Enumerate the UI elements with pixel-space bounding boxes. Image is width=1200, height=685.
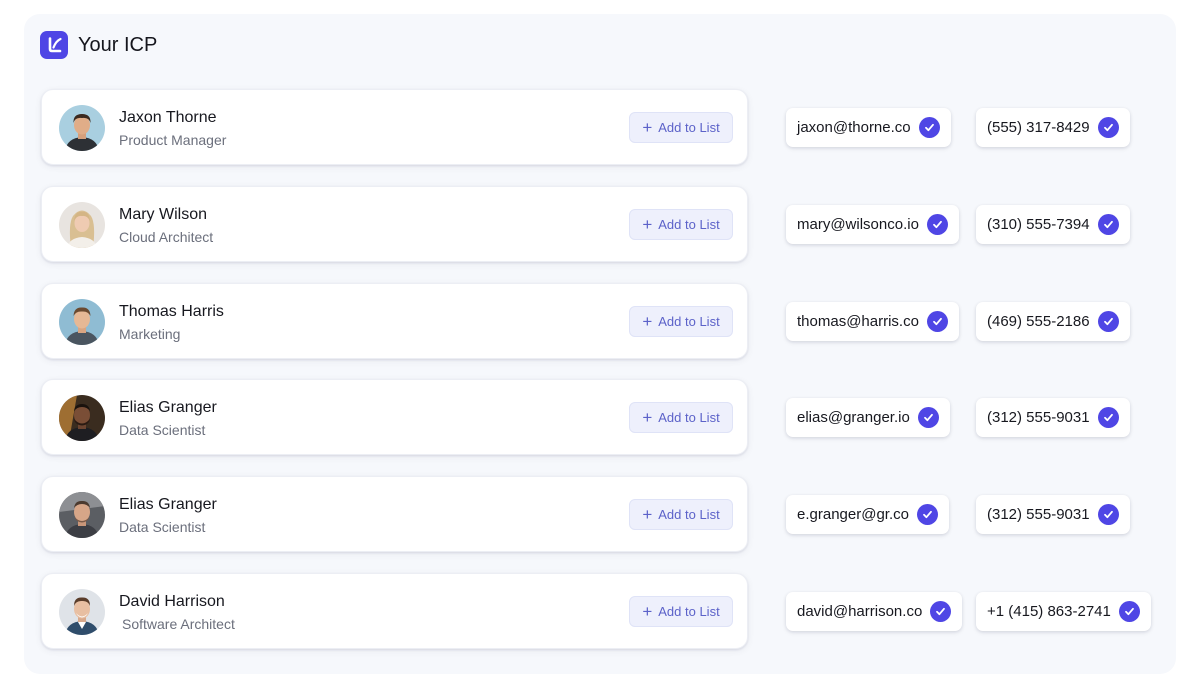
phone-text: +1 (415) 863-2741	[987, 603, 1111, 620]
add-to-list-label: Add to List	[658, 507, 720, 522]
plus-icon: +	[642, 312, 653, 331]
plus-icon: +	[642, 408, 653, 427]
contact-role: Data Scientist	[119, 422, 206, 438]
email-text: e.granger@gr.co	[797, 506, 909, 523]
contact-name: Mary Wilson	[119, 206, 208, 223]
email-text: david@harrison.co	[797, 603, 923, 620]
verified-check-icon	[1097, 504, 1119, 525]
contact-role: Cloud Architect	[119, 229, 214, 245]
phone-text: (312) 555-9031	[987, 409, 1090, 426]
contact-card: David Harrison Software Architect + Add …	[41, 573, 748, 649]
add-to-list-label: Add to List	[658, 410, 720, 425]
contact-card: Thomas Harris Marketing + Add to List	[41, 283, 748, 359]
contact-name: Jaxon Thorne	[119, 109, 217, 126]
add-to-list-button[interactable]: + Add to List	[629, 499, 733, 530]
verified-check-icon	[930, 601, 952, 622]
email-chip[interactable]: david@harrison.co	[786, 592, 963, 631]
contact-name: Elias Granger	[119, 399, 217, 416]
contact-row: Elias Granger Data Scientist + Add to Li…	[0, 476, 1200, 554]
avatar	[59, 589, 105, 635]
verified-check-icon	[1097, 311, 1119, 332]
add-to-list-label: Add to List	[658, 604, 720, 619]
verified-check-icon	[918, 117, 940, 138]
phone-chip[interactable]: (312) 555-9031	[976, 495, 1130, 534]
add-to-list-button[interactable]: + Add to List	[629, 306, 733, 337]
add-to-list-button[interactable]: + Add to List	[629, 209, 733, 240]
contact-card: Elias Granger Data Scientist + Add to Li…	[41, 476, 748, 552]
phone-chip[interactable]: +1 (415) 863-2741	[976, 592, 1151, 631]
plus-icon: +	[642, 505, 653, 524]
verified-check-icon	[916, 504, 938, 525]
verified-check-icon	[926, 311, 948, 332]
avatar	[59, 105, 105, 151]
verified-check-icon	[1097, 407, 1119, 428]
plus-icon: +	[642, 118, 653, 137]
contact-name: David Harrison	[119, 593, 225, 610]
add-to-list-button[interactable]: + Add to List	[629, 596, 733, 627]
contact-role: Product Manager	[119, 132, 227, 148]
verified-check-icon	[926, 214, 948, 235]
verified-check-icon	[1118, 601, 1140, 622]
contact-row: Mary Wilson Cloud Architect + Add to Lis…	[0, 186, 1200, 264]
phone-chip[interactable]: (555) 317-8429	[976, 108, 1130, 147]
verified-check-icon	[917, 407, 939, 428]
phone-chip[interactable]: (469) 555-2186	[976, 302, 1130, 341]
email-text: elias@granger.io	[797, 409, 910, 426]
phone-text: (555) 317-8429	[987, 119, 1090, 136]
add-to-list-label: Add to List	[658, 217, 720, 232]
phone-text: (312) 555-9031	[987, 506, 1090, 523]
contact-role: Software Architect	[122, 616, 235, 632]
phone-text: (310) 555-7394	[987, 216, 1090, 233]
contact-row: Jaxon Thorne Product Manager + Add to Li…	[0, 89, 1200, 167]
add-to-list-button[interactable]: + Add to List	[629, 402, 733, 433]
phone-text: (469) 555-2186	[987, 313, 1090, 330]
avatar	[59, 299, 105, 345]
contact-role: Marketing	[119, 326, 181, 342]
email-chip[interactable]: thomas@harris.co	[786, 302, 959, 341]
add-to-list-label: Add to List	[658, 314, 720, 329]
avatar	[59, 492, 105, 538]
contact-row: Thomas Harris Marketing + Add to List th…	[0, 283, 1200, 361]
verified-check-icon	[1097, 214, 1119, 235]
contact-card: Jaxon Thorne Product Manager + Add to Li…	[41, 89, 748, 165]
plus-icon: +	[642, 602, 653, 621]
contact-card: Mary Wilson Cloud Architect + Add to Lis…	[41, 186, 748, 262]
avatar	[59, 202, 105, 248]
add-to-list-label: Add to List	[658, 120, 720, 135]
email-text: thomas@harris.co	[797, 313, 919, 330]
contact-name: Thomas Harris	[119, 303, 224, 320]
plus-icon: +	[642, 215, 653, 234]
email-chip[interactable]: elias@granger.io	[786, 398, 950, 437]
contact-card: Elias Granger Data Scientist + Add to Li…	[41, 379, 748, 455]
email-chip[interactable]: mary@wilsonco.io	[786, 205, 959, 244]
header: Your ICP	[40, 30, 157, 60]
email-text: mary@wilsonco.io	[797, 216, 919, 233]
email-text: jaxon@thorne.co	[797, 119, 911, 136]
email-chip[interactable]: e.granger@gr.co	[786, 495, 949, 534]
phone-chip[interactable]: (312) 555-9031	[976, 398, 1130, 437]
page-title: Your ICP	[78, 33, 158, 56]
contact-row: David Harrison Software Architect + Add …	[0, 573, 1200, 651]
avatar	[59, 395, 105, 441]
contact-role: Data Scientist	[119, 519, 206, 535]
email-chip[interactable]: jaxon@thorne.co	[786, 108, 951, 147]
phone-chip[interactable]: (310) 555-7394	[976, 205, 1130, 244]
add-to-list-button[interactable]: + Add to List	[629, 112, 733, 143]
contact-name: Elias Granger	[119, 496, 217, 513]
brand-logo-icon	[40, 31, 68, 59]
verified-check-icon	[1097, 117, 1119, 138]
contact-row: Elias Granger Data Scientist + Add to Li…	[0, 379, 1200, 457]
